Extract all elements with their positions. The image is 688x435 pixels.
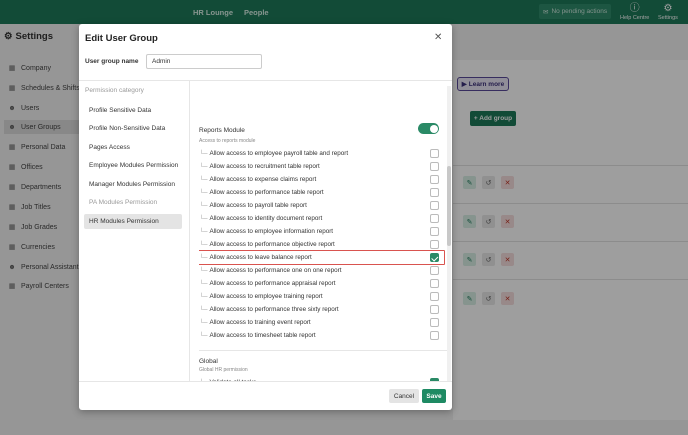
edit-user-group-dialog: Edit User Group ✕ User group name Permis… — [79, 24, 452, 410]
tree-connector-icon: └─ — [199, 189, 208, 196]
tree-connector-icon: └─ — [199, 228, 208, 235]
tree-connector-icon: └─ — [199, 254, 208, 261]
dialog-title: Edit User Group — [85, 33, 158, 44]
permission-row[interactable]: └─ Allow access to leave balance report — [199, 251, 441, 264]
permission-label: Allow access to training event report — [209, 319, 311, 326]
permission-label: Allow access to expense claims report — [209, 176, 317, 183]
tree-connector-icon: └─ — [199, 319, 208, 326]
permission-checkbox[interactable] — [430, 279, 439, 288]
reports-module-toggle[interactable] — [418, 123, 439, 134]
tree-connector-icon: └─ — [199, 176, 208, 183]
reports-module-title: Reports Module — [199, 127, 245, 134]
tree-connector-icon: └─ — [199, 332, 208, 339]
permission-row[interactable]: └─ Allow access to performance one on one… — [199, 264, 441, 277]
tree-connector-icon: └─ — [199, 215, 208, 222]
category-pa-modules[interactable]: PA Modules Permission — [84, 195, 182, 210]
permission-label: Allow access to employee information rep… — [209, 228, 334, 235]
permission-label: Allow access to performance one on one r… — [209, 267, 342, 274]
category-employee-modules[interactable]: Employee Modules Permission — [84, 158, 182, 173]
permission-label: Allow access to performance table report — [209, 189, 324, 196]
permission-checkbox[interactable] — [430, 305, 439, 314]
permission-category-title: Permission category — [85, 87, 144, 94]
permission-row[interactable]: └─ Allow access to timesheet table report — [199, 329, 441, 342]
permission-label: Allow access to employee training report — [209, 293, 323, 300]
category-pages-access[interactable]: Pages Access — [84, 140, 182, 155]
tree-connector-icon: └─ — [199, 241, 208, 248]
permission-row[interactable]: └─ Allow access to expense claims report — [199, 173, 441, 186]
reports-module-subtitle: Access to reports module — [199, 138, 256, 144]
tree-connector-icon: └─ — [199, 306, 208, 313]
permission-label: Allow access to leave balance report — [209, 254, 312, 261]
permission-row[interactable]: └─ Allow access to employee training repo… — [199, 290, 441, 303]
tree-connector-icon: └─ — [199, 280, 208, 287]
group-name-label: User group name — [85, 58, 139, 65]
tree-connector-icon: └─ — [199, 163, 208, 170]
category-manager-modules[interactable]: Manager Modules Permission — [84, 177, 182, 192]
permission-checkbox[interactable] — [430, 253, 439, 262]
permission-checkbox[interactable] — [430, 162, 439, 171]
permission-row[interactable]: └─ Allow access to performance three sixt… — [199, 303, 441, 316]
tree-connector-icon: └─ — [199, 267, 208, 274]
permission-row[interactable]: └─ Allow access to payroll table report — [199, 199, 441, 212]
permission-label: Allow access to payroll table report — [209, 202, 307, 209]
permission-label: Allow access to timesheet table report — [209, 332, 316, 339]
permission-row[interactable]: └─ Allow access to identity document repo… — [199, 212, 441, 225]
save-button[interactable]: Save — [422, 389, 446, 403]
section-divider — [199, 350, 447, 351]
permission-checkbox[interactable] — [430, 266, 439, 275]
permission-checkbox[interactable] — [430, 318, 439, 327]
permission-label: Allow access to identity document report — [209, 215, 323, 222]
global-subtitle: Global HR permission — [199, 367, 248, 373]
global-title: Global — [199, 358, 218, 365]
permission-row[interactable]: └─ Allow access to recruitment table repo… — [199, 160, 441, 173]
permission-checkbox[interactable] — [430, 201, 439, 210]
close-icon[interactable]: ✕ — [434, 32, 442, 43]
permission-row[interactable]: └─ Allow access to training event report — [199, 316, 441, 329]
tree-connector-icon: └─ — [199, 293, 208, 300]
permission-label: Allow access to recruitment table report — [209, 163, 320, 170]
permission-label: Allow access to employee payroll table a… — [209, 150, 349, 157]
group-name-input[interactable] — [146, 54, 262, 69]
permission-label: Allow access to performance objective re… — [209, 241, 335, 248]
permission-checkbox[interactable] — [430, 240, 439, 249]
permissions-panel: Reports Module Access to reports module … — [199, 81, 447, 381]
permission-checkbox[interactable] — [430, 175, 439, 184]
permission-checkbox[interactable] — [430, 149, 439, 158]
permission-row[interactable]: └─ Allow access to employee payroll table… — [199, 147, 441, 160]
permission-row[interactable]: └─ Allow access to performance appraisal … — [199, 277, 441, 290]
scrollbar-thumb[interactable] — [447, 166, 451, 246]
permission-checkbox[interactable] — [430, 214, 439, 223]
permission-checkbox[interactable] — [430, 188, 439, 197]
category-hr-modules[interactable]: HR Modules Permission — [84, 214, 182, 229]
tree-connector-icon: └─ — [199, 150, 208, 157]
permission-checkbox[interactable] — [430, 292, 439, 301]
permission-checkbox[interactable] — [430, 331, 439, 340]
category-divider — [189, 81, 190, 381]
cancel-button[interactable]: Cancel — [389, 389, 419, 403]
permission-label: Allow access to performance appraisal re… — [209, 280, 336, 287]
category-profile-non-sensitive[interactable]: Profile Non-Sensitive Data — [84, 121, 182, 136]
permission-label: Allow access to performance three sixty … — [209, 306, 339, 313]
permission-row[interactable]: └─ Allow access to performance table repo… — [199, 186, 441, 199]
category-profile-sensitive[interactable]: Profile Sensitive Data — [84, 103, 182, 118]
permission-row[interactable]: └─ Allow access to employee information r… — [199, 225, 441, 238]
footer-divider — [79, 381, 452, 382]
permission-checkbox[interactable] — [430, 227, 439, 236]
tree-connector-icon: └─ — [199, 202, 208, 209]
